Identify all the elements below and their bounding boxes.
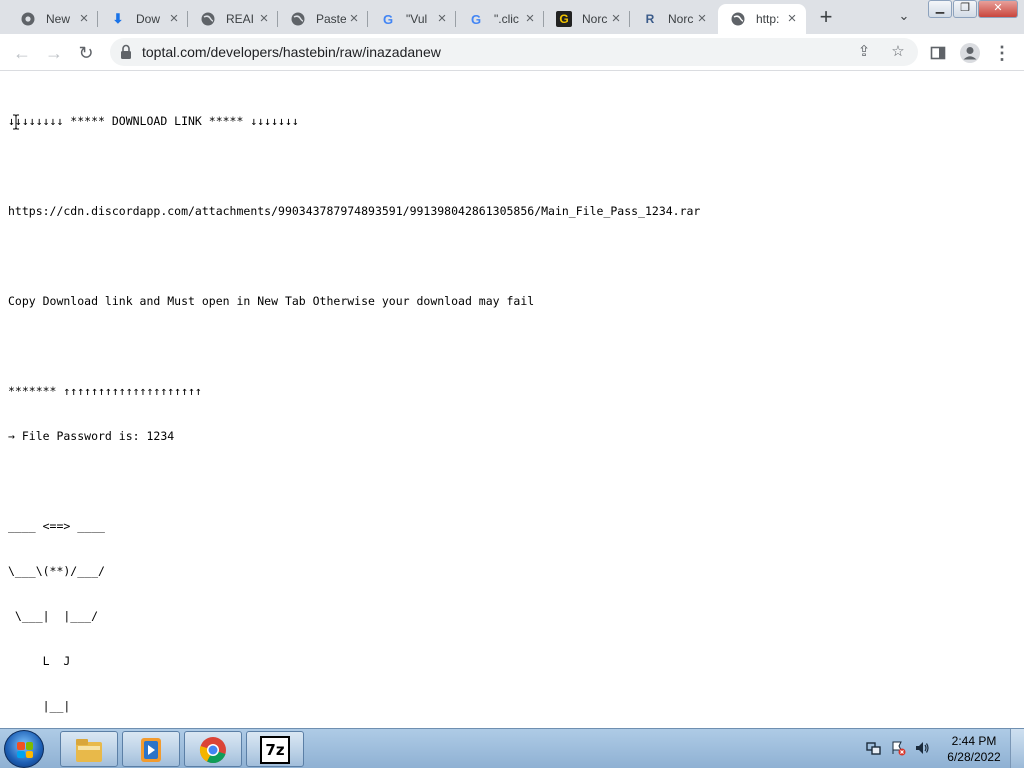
- profile-icon[interactable]: [958, 41, 982, 65]
- back-button[interactable]: ←: [10, 41, 34, 65]
- tab-title: http:: [756, 12, 780, 26]
- tab-title: New: [46, 12, 71, 26]
- chrome-icon: [20, 11, 36, 27]
- clock-date: 6/28/2022: [947, 750, 1001, 764]
- taskbar-media-player[interactable]: [122, 731, 180, 767]
- minimize-button[interactable]: ▁: [928, 0, 952, 18]
- download-icon: ⬇: [112, 11, 124, 26]
- instruction-line: Copy Download link and Must open in New …: [8, 294, 535, 308]
- ascii-art-line: \___| |___/: [8, 609, 99, 623]
- network-icon[interactable]: [866, 740, 882, 756]
- close-icon[interactable]: ×: [694, 11, 710, 27]
- browser-toolbar: ← → ↻ toptal.com/developers/hastebin/raw…: [0, 34, 1024, 71]
- side-panel-icon[interactable]: [926, 41, 950, 65]
- tab-5[interactable]: G "Vul ×: [368, 4, 456, 34]
- close-icon[interactable]: ×: [256, 11, 272, 27]
- taskbar-chrome[interactable]: [184, 731, 242, 767]
- taskbar-7zip[interactable]: 7z: [246, 731, 304, 767]
- url-text[interactable]: toptal.com/developers/hastebin/raw/inaza…: [142, 38, 441, 66]
- ascii-art-line: \___\(**)/___/: [8, 564, 105, 578]
- share-icon[interactable]: ⇪: [854, 42, 874, 62]
- close-icon[interactable]: ×: [608, 11, 624, 27]
- close-icon[interactable]: ×: [434, 11, 450, 27]
- restore-button[interactable]: ❐: [953, 0, 977, 18]
- google-icon: G: [470, 11, 482, 27]
- tab-4[interactable]: Paste ×: [278, 4, 368, 34]
- ascii-art-line: L J: [8, 654, 71, 668]
- tab-8[interactable]: R Norc ×: [630, 4, 716, 34]
- tab-title: Norc: [582, 12, 608, 26]
- ascii-art-line: |__|: [8, 699, 71, 713]
- chrome-icon: [199, 737, 226, 764]
- system-tray: [864, 729, 940, 768]
- tab-title: Paste: [316, 12, 346, 26]
- r-logo-icon: R: [645, 12, 655, 26]
- download-url-line[interactable]: https://cdn.discordapp.com/attachments/9…: [8, 204, 700, 219]
- action-center-icon[interactable]: [890, 740, 906, 756]
- forward-button[interactable]: →: [42, 41, 66, 65]
- close-window-button[interactable]: ✕: [978, 0, 1018, 18]
- close-icon[interactable]: ×: [346, 11, 362, 27]
- raw-paste-text: ↓↓↓↓↓↓↓↓ ***** DOWNLOAD LINK ***** ↓↓↓↓↓…: [8, 84, 700, 744]
- address-bar[interactable]: toptal.com/developers/hastebin/raw/inaza…: [110, 38, 918, 66]
- reload-button[interactable]: ↻: [74, 41, 98, 65]
- taskbar: 7z 2:44 PM 6/28/2022: [0, 728, 1024, 768]
- tab-title: "Vul: [406, 12, 428, 26]
- tab-3[interactable]: REAI ×: [188, 4, 278, 34]
- system-clock[interactable]: 2:44 PM 6/28/2022: [942, 733, 1006, 765]
- menu-icon[interactable]: ⋮: [990, 41, 1014, 65]
- clock-time: 2:44 PM: [951, 734, 997, 748]
- tab-title: Norc: [668, 12, 694, 26]
- g-logo-icon: G: [556, 11, 572, 27]
- tab-active[interactable]: http: ×: [718, 4, 806, 34]
- tab-title: REAI: [226, 12, 255, 26]
- close-icon[interactable]: ×: [522, 11, 538, 27]
- password-line: → File Password is: 1234: [8, 429, 175, 443]
- tab-1[interactable]: New ×: [8, 4, 98, 34]
- google-icon: G: [382, 11, 394, 27]
- page-content: ↓↓↓↓↓↓↓↓ ***** DOWNLOAD LINK ***** ↓↓↓↓↓…: [0, 72, 1024, 728]
- volume-icon[interactable]: [914, 740, 930, 756]
- tab-title: ".clic: [494, 12, 519, 26]
- tab-2[interactable]: ⬇ Dow ×: [98, 4, 188, 34]
- close-icon[interactable]: ×: [166, 11, 182, 27]
- star-icon[interactable]: ☆: [888, 42, 908, 62]
- new-tab-button[interactable]: +: [814, 6, 838, 30]
- tab-6[interactable]: G ".clic ×: [456, 4, 544, 34]
- lock-icon[interactable]: [120, 44, 132, 60]
- arrows-line: ******* ↑↑↑↑↑↑↑↑↑↑↑↑↑↑↑↑↑↑↑↑: [8, 384, 202, 398]
- globe-icon: [290, 11, 306, 27]
- windows-logo-icon: [17, 742, 33, 758]
- show-desktop-button[interactable]: [1010, 729, 1024, 768]
- globe-icon: [200, 11, 216, 27]
- folder-icon: [76, 739, 102, 762]
- tab-7[interactable]: G Norc ×: [544, 4, 630, 34]
- start-button[interactable]: [4, 730, 44, 768]
- globe-icon: [730, 11, 746, 27]
- taskbar-file-explorer[interactable]: [60, 731, 118, 767]
- ascii-art-line: ____ <==> ____: [8, 519, 105, 533]
- close-icon[interactable]: ×: [784, 11, 800, 27]
- media-player-icon: [141, 738, 161, 762]
- chevron-down-icon[interactable]: ⌄: [894, 8, 914, 28]
- close-icon[interactable]: ×: [76, 11, 92, 27]
- tab-title: Dow: [136, 12, 161, 26]
- text-cursor-icon: [13, 114, 19, 130]
- tab-strip: New × ⬇ Dow × REAI × Paste × G "Vul × G …: [0, 0, 1024, 34]
- 7zip-icon: 7z: [260, 736, 290, 764]
- download-header-line: ↓↓↓↓↓↓↓↓ ***** DOWNLOAD LINK ***** ↓↓↓↓↓…: [8, 114, 299, 128]
- 7zip-label: 7z: [265, 741, 285, 759]
